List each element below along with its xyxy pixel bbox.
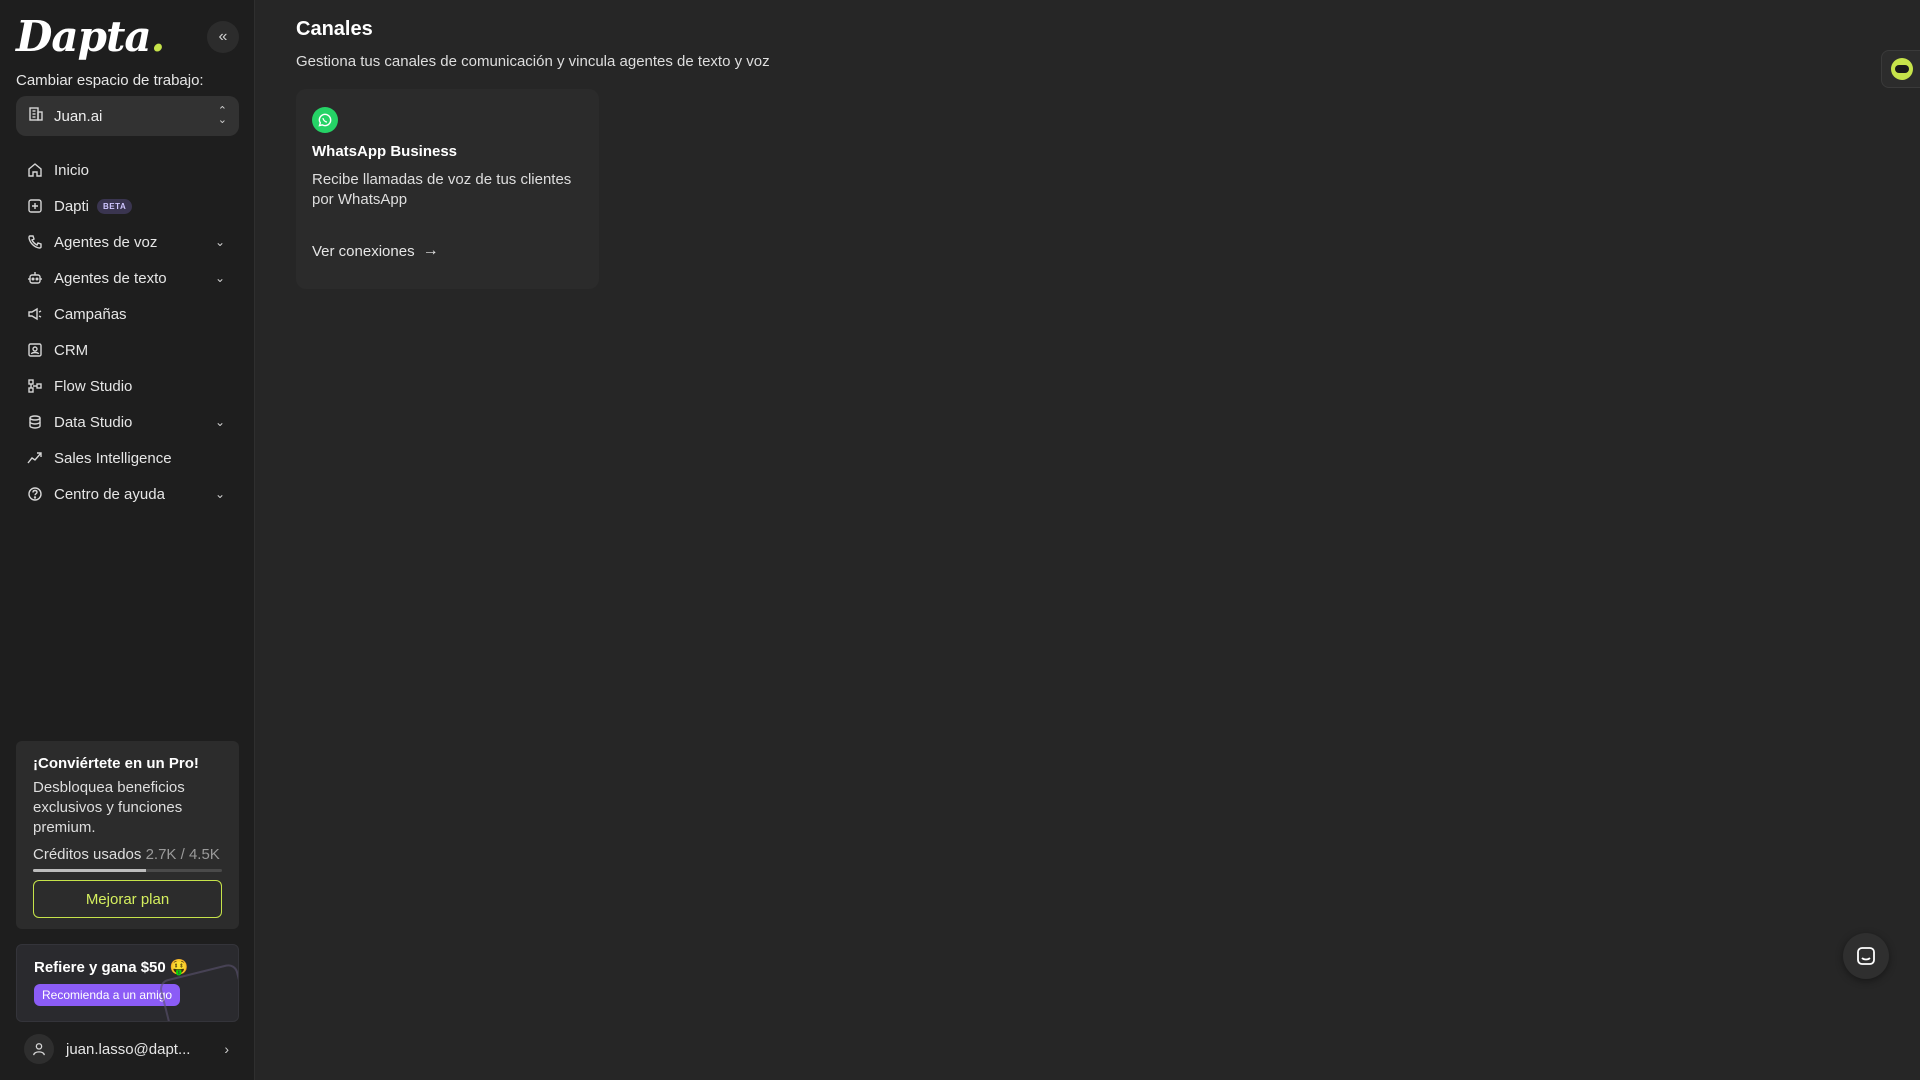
sidebar-item-crm[interactable]: CRM (16, 332, 239, 368)
pro-title: ¡Conviértete en un Pro! (33, 755, 199, 772)
credits-usage: Créditos usados 2.7K / 4.5K (33, 846, 222, 863)
chevron-down-icon: ⌄ (214, 487, 225, 501)
sidebar-item-label: Inicio (54, 161, 90, 179)
chevron-right-icon: › (224, 1041, 229, 1057)
card-title: WhatsApp Business (312, 143, 458, 160)
sidebar-item-inicio[interactable]: Inicio (16, 152, 239, 188)
sidebar-item-centro-de-ayuda[interactable]: Centro de ayuda ⌄ (16, 476, 239, 512)
dapta-logo[interactable]: Dapta. (16, 12, 165, 61)
credits-progress-fill (33, 869, 147, 872)
dapti-icon (26, 197, 44, 215)
card-description: Recibe llamadas de voz de tus clientes p… (312, 171, 572, 208)
sidebar-item-label: Dapti (54, 197, 90, 215)
phone-icon (26, 233, 44, 251)
sidebar-item-label: Sales Intelligence (54, 449, 172, 467)
sidebar-item-campanas[interactable]: Campañas (16, 296, 239, 332)
whatsapp-icon (312, 107, 338, 133)
link-label: Ver conexiones (312, 242, 415, 260)
workspace-label: Cambiar espacio de trabajo: (16, 72, 204, 89)
building-icon (28, 106, 44, 127)
flow-icon (26, 377, 44, 395)
sidebar-item-flow-studio[interactable]: Flow Studio (16, 368, 239, 404)
sidebar-item-label: Data Studio (54, 413, 133, 431)
recommend-friend-button[interactable]: Recomienda a un amigo (34, 984, 181, 1006)
arrow-right-icon: → (422, 242, 439, 259)
credits-amount: 2.7K / 4.5K (145, 846, 220, 863)
pro-description: Desbloquea beneficios exclusivos y funci… (33, 779, 185, 836)
page-subtitle: Gestiona tus canales de comunicación y v… (296, 53, 770, 70)
credits-progress-bar (33, 869, 222, 872)
collapse-sidebar-button[interactable]: « (207, 21, 239, 53)
home-icon (26, 161, 44, 179)
sidebar-item-label: Agentes de texto (54, 269, 167, 287)
sidebar-item-label: Campañas (54, 305, 127, 323)
trend-icon (26, 449, 44, 467)
database-icon (26, 413, 44, 431)
chevron-up-down-icon: ⌃ ⌄ (217, 105, 227, 126)
beta-badge: BETA (97, 198, 133, 214)
main-nav: Inicio Dapti BETA Agentes de voz ⌄ Agent… (16, 152, 239, 512)
sidebar-item-agentes-de-voz[interactable]: Agentes de voz ⌄ (16, 224, 239, 260)
chevron-down-icon: ⌄ (214, 271, 225, 285)
view-connections-link[interactable]: Ver conexiones → (312, 242, 439, 260)
contact-icon (26, 341, 44, 359)
page-title: Canales (296, 18, 373, 40)
whatsapp-business-card[interactable]: WhatsApp Business Recibe llamadas de voz… (296, 89, 599, 289)
bot-icon (26, 269, 44, 287)
sidebar-item-label: CRM (54, 341, 89, 359)
double-chevron-left-icon: « (218, 28, 228, 45)
user-icon (33, 1043, 45, 1056)
assistant-bot-button[interactable] (1881, 50, 1920, 88)
robot-icon (1891, 58, 1913, 80)
workspace-name: Juan.ai (54, 107, 103, 125)
chevron-down-icon: ⌄ (214, 235, 225, 249)
sidebar-item-data-studio[interactable]: Data Studio ⌄ (16, 404, 239, 440)
pro-upgrade-card: ¡Conviértete en un Pro! Desbloquea benef… (16, 741, 239, 929)
chat-icon (1857, 947, 1875, 965)
sidebar-item-sales-intelligence[interactable]: Sales Intelligence (16, 440, 239, 476)
credits-label: Créditos usados (33, 846, 142, 863)
sidebar-item-label: Agentes de voz (54, 233, 158, 251)
megaphone-icon (26, 305, 44, 323)
sidebar-item-agentes-de-texto[interactable]: Agentes de texto ⌄ (16, 260, 239, 296)
help-icon (26, 485, 44, 503)
sidebar-item-dapti[interactable]: Dapti BETA (16, 188, 239, 224)
upgrade-plan-button[interactable]: Mejorar plan (33, 880, 222, 918)
sidebar: Dapta. « Cambiar espacio de trabajo: Jua… (0, 0, 255, 1080)
user-menu[interactable]: juan.lasso@dapt... › (16, 1034, 239, 1064)
chat-launcher-button[interactable] (1843, 933, 1889, 979)
workspace-select[interactable]: Juan.ai ⌃ ⌄ (16, 96, 239, 136)
sidebar-item-label: Flow Studio (54, 377, 133, 395)
avatar (24, 1034, 54, 1064)
referral-card[interactable]: Refiere y gana $50 🤑 Recomienda a un ami… (16, 944, 239, 1022)
chevron-down-icon: ⌄ (214, 415, 225, 429)
sidebar-item-label: Centro de ayuda (54, 485, 165, 503)
user-email: juan.lasso@dapt... (66, 1040, 191, 1058)
